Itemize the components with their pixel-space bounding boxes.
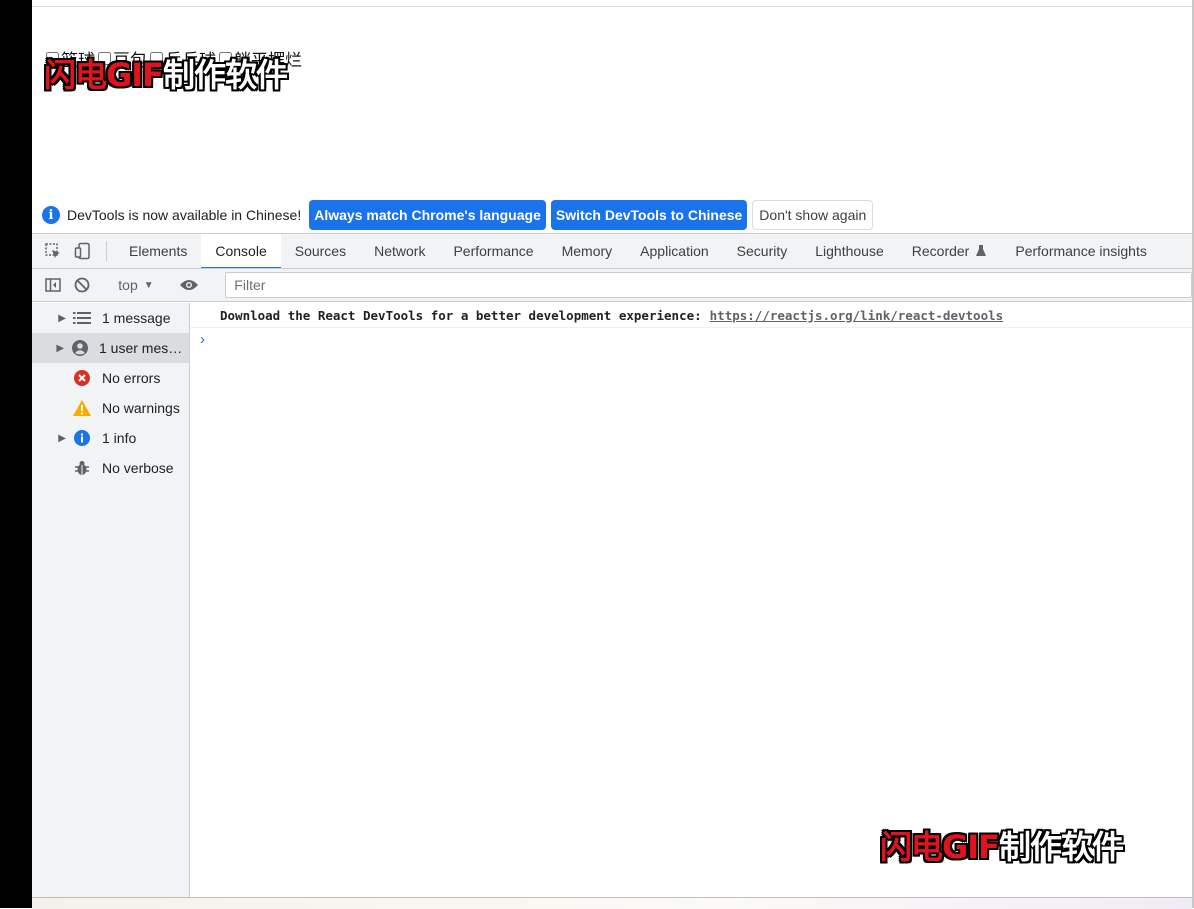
sidebar-item-messages[interactable]: ▶ 1 message (32, 303, 189, 333)
sidebar-item-label: No warnings (102, 400, 180, 416)
list-icon (72, 308, 92, 328)
left-black-border (0, 0, 32, 908)
sidebar-item-label: 1 message (102, 310, 171, 326)
console-prompt[interactable]: › (190, 328, 1192, 350)
tab-memory[interactable]: Memory (548, 234, 627, 268)
watermark-red-text: 闪电GIF (880, 828, 1000, 866)
user-icon (70, 338, 89, 358)
devtools-tab-bar: Elements Console Sources Network Perform… (32, 233, 1192, 269)
console-message: Download the React DevTools for a better… (190, 303, 1192, 328)
bottom-edge-strip (32, 897, 1192, 909)
error-icon (72, 368, 92, 388)
sidebar-item-info[interactable]: ▶ 1 info (32, 423, 189, 453)
device-toolbar-icon[interactable] (68, 234, 98, 268)
flask-icon (976, 245, 987, 256)
watermark-top: 闪电GIF制作软件 (44, 50, 288, 96)
tab-recorder-label: Recorder (911, 243, 970, 259)
tab-recorder[interactable]: Recorder (898, 234, 1002, 268)
tab-performance[interactable]: Performance (439, 234, 547, 268)
sidebar-item-label: 1 info (102, 430, 137, 446)
tab-application[interactable]: Application (626, 234, 723, 268)
devtools-language-infobar: i DevTools is now available in Chinese! … (32, 197, 1192, 233)
sidebar-item-warnings[interactable]: ▶ No warnings (32, 393, 189, 423)
console-message-text: Download the React DevTools for a better… (220, 307, 702, 323)
filter-input[interactable] (232, 276, 1191, 294)
console-toolbar: top ▼ (32, 269, 1192, 302)
console-output: Download the React DevTools for a better… (190, 303, 1192, 897)
dont-show-again-button[interactable]: Don't show again (752, 200, 874, 230)
tab-lighthouse[interactable]: Lighthouse (801, 234, 898, 268)
page-top-divider (32, 6, 1192, 7)
bug-icon (72, 458, 92, 478)
sidebar-item-user-messages[interactable]: ▶ 1 user messages (32, 333, 189, 363)
info-icon: i (42, 206, 60, 224)
toolbar-divider (106, 241, 107, 261)
always-match-language-button[interactable]: Always match Chrome's language (309, 200, 546, 230)
sidebar-item-verbose[interactable]: ▶ No verbose (32, 453, 189, 483)
inspect-element-icon[interactable] (38, 234, 68, 268)
sidebar-item-label: No verbose (102, 460, 174, 476)
sidebar-item-label: 1 user messages (99, 340, 189, 356)
sidebar-toggle-icon[interactable] (38, 276, 68, 294)
expand-arrow-icon[interactable]: ▶ (32, 313, 66, 324)
chevron-down-icon: ▼ (143, 279, 154, 291)
sidebar-item-label: No errors (102, 370, 161, 386)
web-page: 篮球 豆包 乒乓球 躺平摆烂 (32, 0, 1192, 200)
watermark-white-text: 制作软件 (999, 828, 1124, 866)
watermark-bottom: 闪电GIF制作软件 (880, 822, 1124, 868)
watermark-white-text: 制作软件 (163, 56, 288, 94)
context-value: top (118, 277, 138, 293)
filter-field[interactable] (225, 272, 1192, 298)
watermark-red-text: 闪电GIF (44, 56, 164, 94)
info-icon (72, 428, 92, 448)
tab-elements[interactable]: Elements (115, 234, 201, 268)
live-expression-eye-icon[interactable] (175, 278, 205, 292)
tab-sources[interactable]: Sources (281, 234, 360, 268)
context-selector[interactable]: top ▼ (114, 277, 157, 293)
switch-to-chinese-button[interactable]: Switch DevTools to Chinese (550, 200, 748, 230)
infobar-message: DevTools is now available in Chinese! (67, 207, 302, 223)
tab-console[interactable]: Console (201, 234, 282, 268)
expand-arrow-icon[interactable]: ▶ (32, 433, 66, 444)
console-sidebar: ▶ 1 message ▶ 1 user messages ▶ No error… (32, 303, 190, 897)
tab-performance-insights[interactable]: Performance insights (1001, 234, 1161, 268)
warning-icon (72, 398, 92, 418)
tab-network[interactable]: Network (360, 234, 439, 268)
tab-security[interactable]: Security (723, 234, 802, 268)
react-devtools-link[interactable]: https://reactjs.org/link/react-devtools (710, 308, 1004, 323)
prompt-chevron-icon: › (200, 330, 205, 348)
expand-arrow-icon[interactable]: ▶ (32, 343, 64, 354)
clear-console-icon[interactable] (68, 276, 98, 294)
sidebar-item-errors[interactable]: ▶ No errors (32, 363, 189, 393)
